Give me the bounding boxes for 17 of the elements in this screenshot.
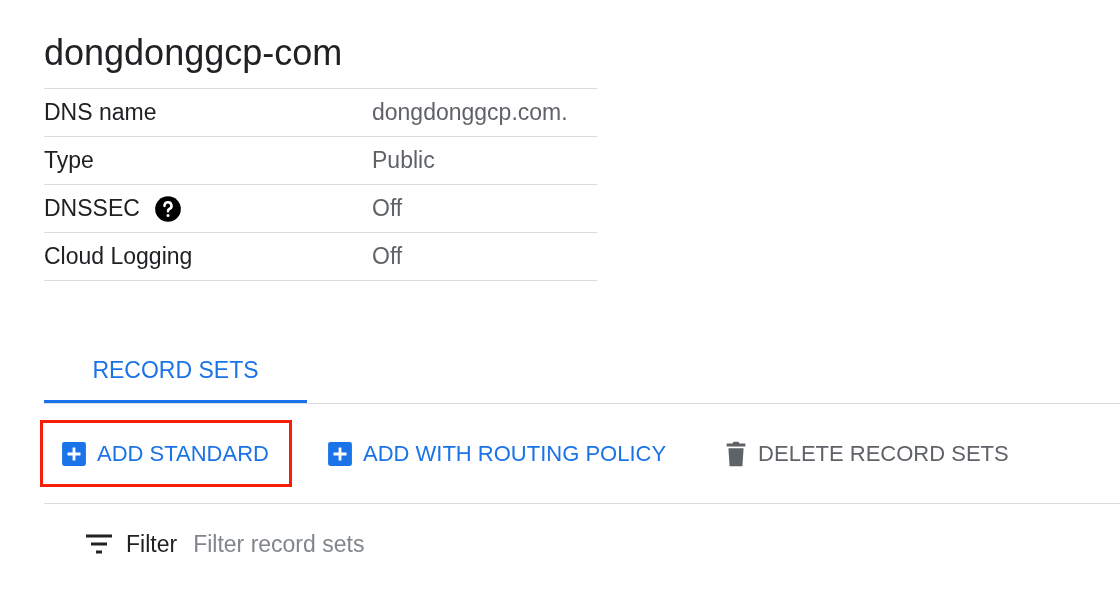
add-button[interactable]: ADD WITH ROUTING POLICY: [305, 420, 690, 487]
plus-icon: [61, 440, 87, 467]
plus-icon: [326, 440, 353, 467]
detail-value: Off: [372, 194, 403, 224]
detail-value: dongdonggcp.com.: [372, 98, 568, 128]
tab[interactable]: RECORD SETS: [44, 341, 307, 403]
detail-label: DNSSEC: [44, 194, 140, 224]
add-button[interactable]: ADD STANDARD: [40, 420, 292, 487]
detail-value: Off: [372, 242, 403, 272]
page-title: dongdonggcp-com: [44, 31, 344, 75]
detail-label: DNS name: [44, 98, 157, 128]
filter-icon: [86, 534, 112, 554]
detail-label: Cloud Logging: [44, 242, 193, 272]
detail-label: Type: [44, 146, 94, 176]
detail-value: Public: [372, 146, 435, 176]
help-icon[interactable]: [153, 194, 182, 223]
filter-label: Filter: [126, 529, 178, 559]
